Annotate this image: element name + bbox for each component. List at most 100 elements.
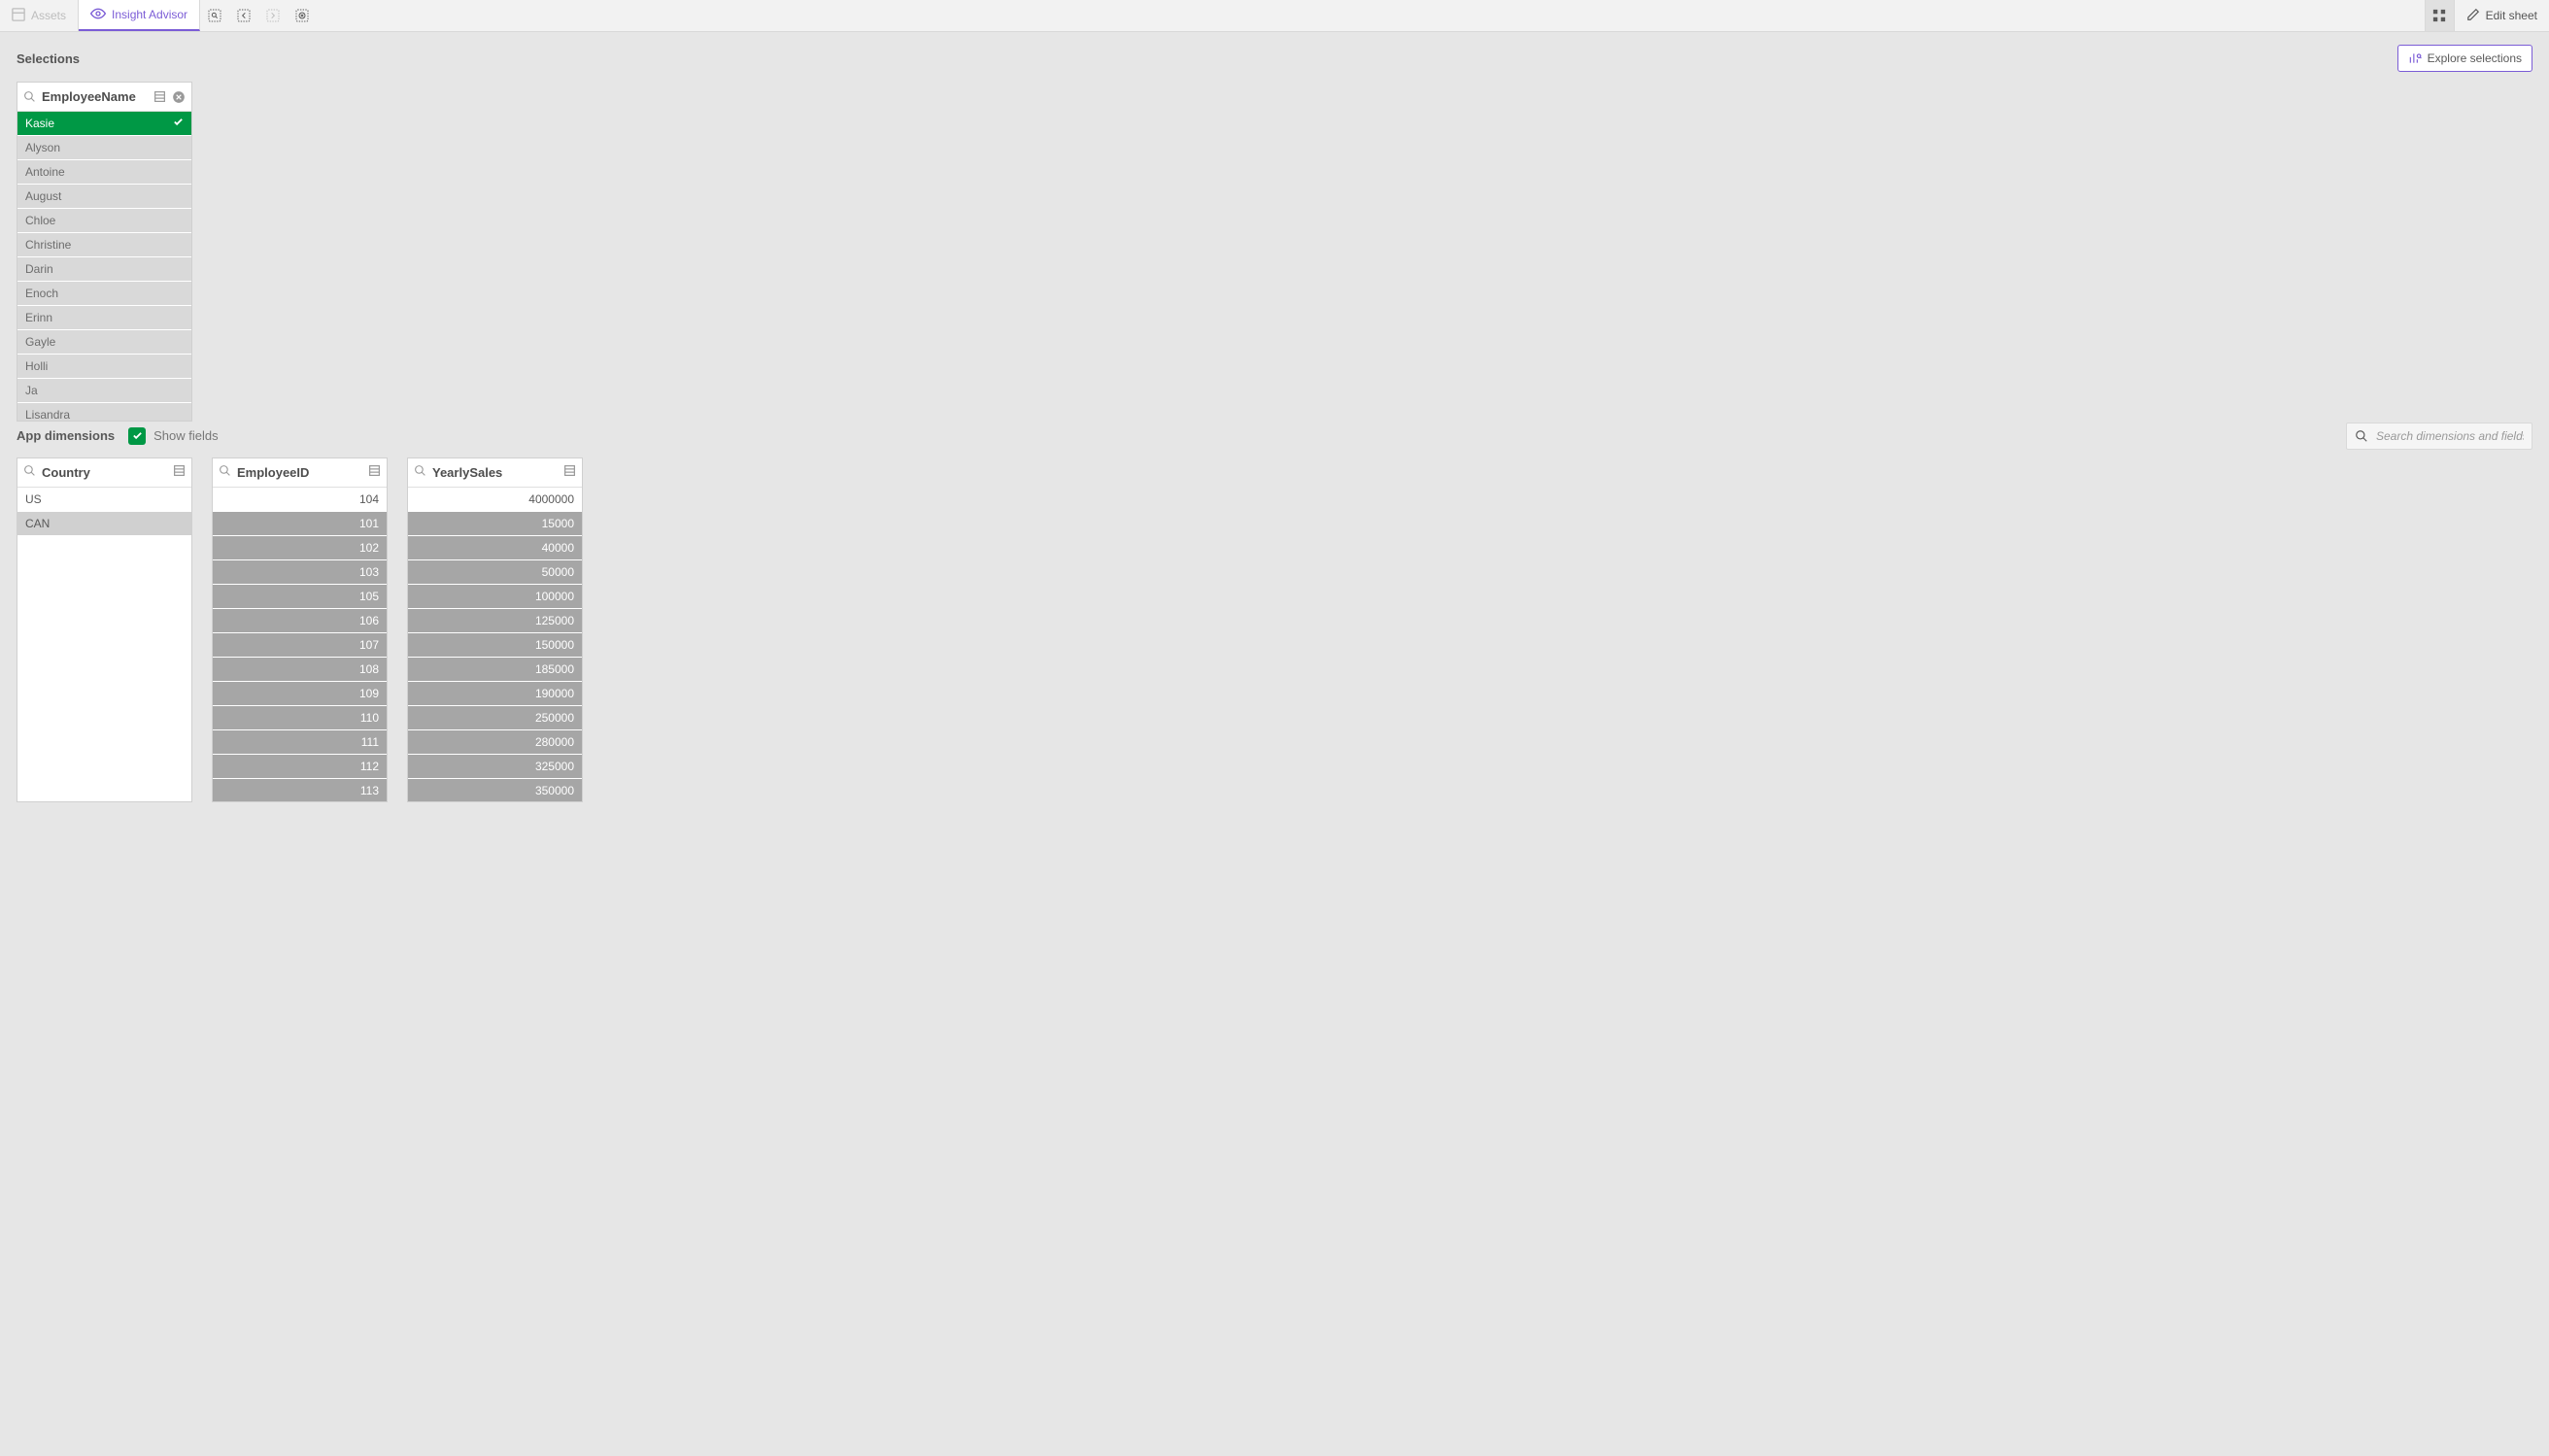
- search-icon[interactable]: [23, 464, 36, 482]
- list-item[interactable]: 40000: [408, 536, 582, 560]
- list-item[interactable]: 111: [213, 730, 387, 755]
- list-item[interactable]: 105: [213, 585, 387, 609]
- list-item[interactable]: 112: [213, 755, 387, 779]
- list-item[interactable]: US: [17, 488, 191, 512]
- list-item[interactable]: 150000: [408, 633, 582, 658]
- search-icon[interactable]: [219, 464, 231, 482]
- list-item-label: 280000: [535, 735, 574, 749]
- app-dimensions-heading: App dimensions: [17, 428, 115, 443]
- list-item[interactable]: 15000: [408, 512, 582, 536]
- list-item[interactable]: 103: [213, 560, 387, 585]
- dimensions-search[interactable]: [2346, 423, 2532, 450]
- assets-button[interactable]: Assets: [0, 0, 79, 31]
- list-item-label: 103: [359, 565, 379, 579]
- list-item[interactable]: Darin: [17, 257, 191, 282]
- list-item[interactable]: Chloe: [17, 209, 191, 233]
- check-icon: [173, 117, 184, 130]
- list-item[interactable]: 280000: [408, 730, 582, 755]
- list-item[interactable]: 4000000: [408, 488, 582, 512]
- list-item[interactable]: 190000: [408, 682, 582, 706]
- list-item-label: US: [25, 492, 42, 506]
- edit-sheet-label: Edit sheet: [2486, 9, 2537, 22]
- list-item-label: CAN: [25, 517, 50, 530]
- assets-icon: [12, 8, 25, 24]
- list-item[interactable]: 185000: [408, 658, 582, 682]
- search-icon[interactable]: [414, 464, 426, 482]
- employee-name-listbox: EmployeeName Kasie Alyson Antoine August Chl…: [17, 82, 192, 422]
- listbox-header: EmployeeName: [17, 83, 191, 112]
- show-fields-label: Show fields: [153, 428, 218, 443]
- list-item[interactable]: 107: [213, 633, 387, 658]
- list-item[interactable]: Gayle: [17, 330, 191, 355]
- list-item-label: Kasie: [25, 117, 54, 130]
- list-item[interactable]: August: [17, 185, 191, 209]
- list-item-label: Erinn: [25, 311, 52, 324]
- listbox-body: 104 101 102 103 105106107 108 109110 111 112 113: [213, 488, 387, 801]
- list-item[interactable]: 113: [213, 779, 387, 801]
- list-item[interactable]: 110: [213, 706, 387, 730]
- list-item[interactable]: 125000: [408, 609, 582, 633]
- listbox-body: 4000000 15000 40000 50000 100000 125000 150000…: [408, 488, 582, 801]
- list-item[interactable]: Enoch: [17, 282, 191, 306]
- list-item[interactable]: Christine: [17, 233, 191, 257]
- list-item[interactable]: 325000: [408, 755, 582, 779]
- list-item[interactable]: 250000: [408, 706, 582, 730]
- smart-search-button[interactable]: [200, 0, 229, 31]
- explore-selections-button[interactable]: Explore selections: [2397, 45, 2532, 72]
- list-item[interactable]: 108: [213, 658, 387, 682]
- list-item-label: Christine: [25, 238, 71, 252]
- list-item-label: 125000: [535, 614, 574, 627]
- listbox-body: US CAN: [17, 488, 191, 801]
- list-item[interactable]: 104: [213, 488, 387, 512]
- list-item-label: 111: [361, 735, 379, 749]
- list-item[interactable]: CAN: [17, 512, 191, 536]
- listbox-menu-icon[interactable]: [173, 464, 186, 482]
- list-item[interactable]: Kasie: [17, 112, 191, 136]
- list-item[interactable]: 100000: [408, 585, 582, 609]
- grid-view-button[interactable]: [2425, 0, 2454, 31]
- listbox-header: Country: [17, 458, 191, 488]
- list-item-label: 104: [359, 492, 379, 506]
- list-item-label: 102: [359, 541, 379, 555]
- listbox-menu-icon[interactable]: [563, 464, 576, 482]
- insight-advisor-button[interactable]: Insight Advisor: [79, 0, 200, 31]
- listbox-menu-icon[interactable]: [153, 90, 166, 103]
- list-item[interactable]: Alyson: [17, 136, 191, 160]
- list-item[interactable]: 350000: [408, 779, 582, 801]
- step-back-button[interactable]: [229, 0, 258, 31]
- list-item-label: 113: [360, 784, 379, 797]
- show-fields-toggle[interactable]: [128, 427, 146, 445]
- list-item[interactable]: Erinn: [17, 306, 191, 330]
- list-item[interactable]: Ja: [17, 379, 191, 403]
- listbox-body: Kasie Alyson Antoine August Chloe Christine Da…: [17, 112, 191, 421]
- list-item-label: 350000: [535, 784, 574, 797]
- list-item-label: 108: [359, 662, 379, 676]
- search-icon[interactable]: [23, 90, 36, 103]
- list-item[interactable]: 101: [213, 512, 387, 536]
- dimension-listbox: Country US CAN: [17, 457, 192, 802]
- list-item-label: 4000000: [528, 492, 574, 506]
- list-item[interactable]: 50000: [408, 560, 582, 585]
- insight-icon: [90, 6, 106, 24]
- list-item[interactable]: 102: [213, 536, 387, 560]
- list-item-label: Ja: [25, 384, 38, 397]
- dimensions-search-input[interactable]: [2376, 429, 2524, 443]
- clear-field-icon[interactable]: [172, 90, 186, 104]
- list-item-label: 50000: [542, 565, 574, 579]
- list-item-label: 15000: [542, 517, 574, 530]
- list-item-label: Antoine: [25, 165, 65, 179]
- list-item[interactable]: 106: [213, 609, 387, 633]
- assets-label: Assets: [31, 9, 66, 22]
- clear-selections-button[interactable]: [288, 0, 317, 31]
- list-item-label: Gayle: [25, 335, 55, 349]
- edit-sheet-button[interactable]: Edit sheet: [2454, 0, 2549, 31]
- list-item[interactable]: Antoine: [17, 160, 191, 185]
- list-item-label: 325000: [535, 760, 574, 773]
- list-item[interactable]: 109: [213, 682, 387, 706]
- list-item[interactable]: Holli: [17, 355, 191, 379]
- list-item-label: Chloe: [25, 214, 55, 227]
- selections-panel: Selections Explore selections EmployeeNa…: [0, 32, 2549, 419]
- listbox-menu-icon[interactable]: [368, 464, 381, 482]
- list-item[interactable]: Lisandra: [17, 403, 191, 421]
- insight-label: Insight Advisor: [112, 8, 187, 21]
